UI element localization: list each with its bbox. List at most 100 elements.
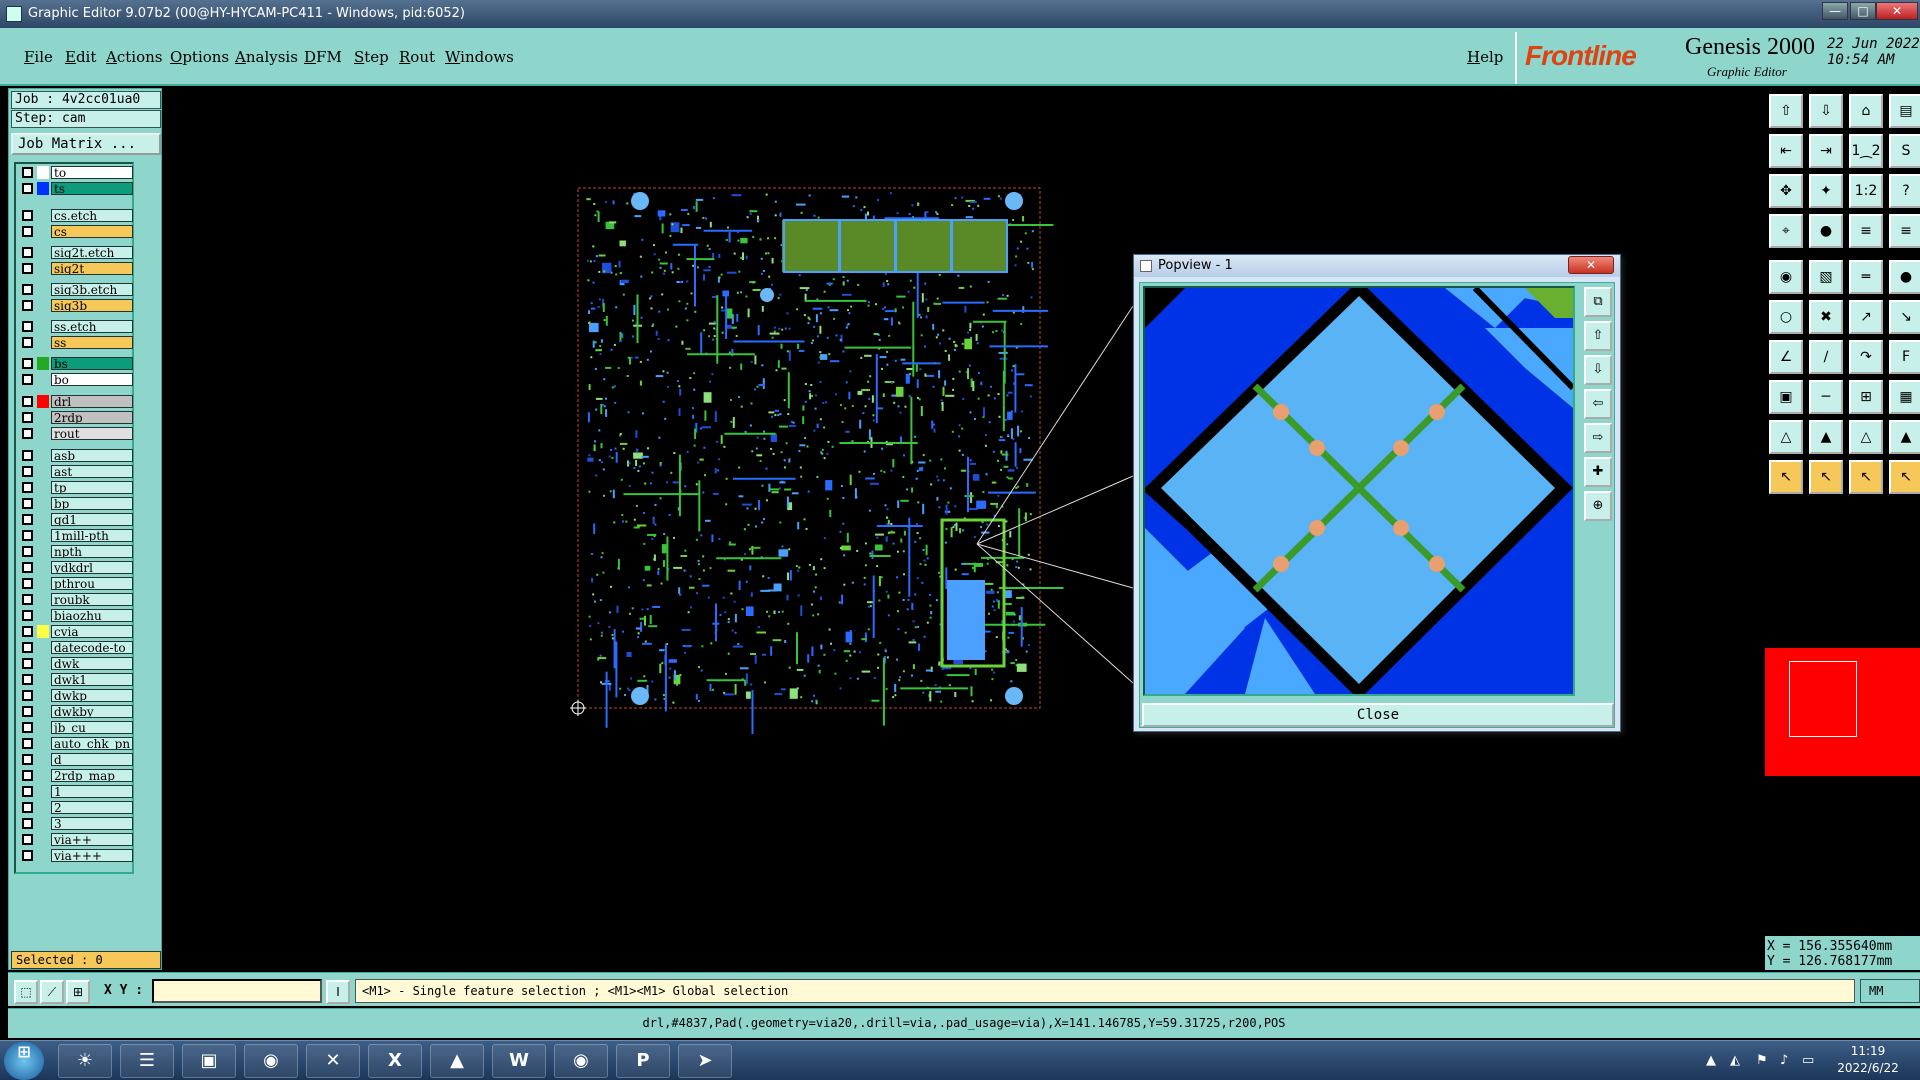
dot-icon[interactable]: ● [1889, 260, 1920, 294]
layer-row[interactable]: ss.etch [19, 320, 134, 334]
pv-right-icon[interactable]: ⇨ [1584, 423, 1612, 453]
menu-dfm[interactable]: DFM [304, 48, 342, 66]
angle-icon[interactable]: ∠ [1769, 340, 1803, 374]
cursor-icon[interactable]: I [326, 980, 350, 1004]
app-eye2-icon[interactable]: ◉ [554, 1044, 608, 1078]
close-window-button[interactable]: ✕ [1876, 2, 1918, 20]
layer-row[interactable]: drl [19, 395, 134, 409]
layer-checkbox[interactable] [22, 706, 33, 717]
tray-network-icon[interactable]: ◭ [1730, 1053, 1740, 1068]
layer-checkbox[interactable] [22, 247, 33, 258]
layer-row[interactable]: sig3b.etch [19, 283, 134, 297]
pen-icon[interactable]: ∕ [1809, 340, 1843, 374]
layer-checkbox[interactable] [22, 337, 33, 348]
layer-row[interactable]: ts [19, 182, 134, 196]
step-right-icon[interactable]: ⇥ [1809, 134, 1843, 168]
app-disk-icon[interactable]: ▣ [182, 1044, 236, 1078]
tray-flag-icon[interactable]: ⚑ [1756, 1053, 1768, 1068]
layer-name[interactable]: sig3b [51, 299, 133, 312]
save-icon[interactable]: ⇩ [1809, 94, 1843, 128]
layer-row[interactable]: dwkby [19, 705, 134, 719]
copy-shape-icon[interactable]: ▧ [1809, 260, 1843, 294]
zoom-fit-icon[interactable]: ✥ [1769, 174, 1803, 208]
layer-checkbox[interactable] [22, 321, 33, 332]
layer-row[interactable]: cs.etch [19, 209, 134, 223]
layer-checkbox[interactable] [22, 210, 33, 221]
app-eye-icon[interactable]: ◉ [244, 1044, 298, 1078]
layer-name[interactable]: 1mill-pth [51, 529, 133, 542]
layer-checkbox[interactable] [22, 428, 33, 439]
tray-display-icon[interactable]: ▭ [1802, 1053, 1814, 1068]
layer-row[interactable]: npth [19, 545, 134, 559]
layer-checkbox[interactable] [22, 412, 33, 423]
pointer2-icon[interactable]: ↖ [1809, 460, 1843, 494]
layer-row[interactable]: asb [19, 449, 134, 463]
layer-name[interactable]: ss.etch [51, 320, 133, 333]
layer-name[interactable]: datecode-to [51, 641, 133, 654]
layer-name[interactable]: tp [51, 481, 133, 494]
pin-icon[interactable]: ● [1809, 214, 1843, 248]
layer-row[interactable]: 1 [19, 785, 134, 799]
layer-checkbox[interactable] [22, 514, 33, 525]
step-left-icon[interactable]: ⇤ [1769, 134, 1803, 168]
grid-icon[interactable]: ⊞ [1849, 380, 1883, 414]
layer-checkbox[interactable] [22, 498, 33, 509]
layer-name[interactable]: dwkby [51, 705, 133, 718]
layer-checkbox[interactable] [22, 466, 33, 477]
layer-row[interactable]: tp [19, 481, 134, 495]
pointer4-icon[interactable]: ↖ [1889, 460, 1920, 494]
two-up-icon[interactable]: 1⁔2 [1849, 134, 1883, 168]
layer-name[interactable]: ast [51, 465, 133, 478]
layer-name[interactable]: gd1 [51, 513, 133, 526]
layer-row[interactable]: d [19, 753, 134, 767]
popview-close-button[interactable]: Close [1142, 703, 1614, 727]
pointer-icon[interactable]: ↖ [1769, 460, 1803, 494]
layer-checkbox[interactable] [22, 610, 33, 621]
layer-name[interactable]: bp [51, 497, 133, 510]
layer-checkbox[interactable] [22, 183, 33, 194]
app-red-icon[interactable]: ▲ [430, 1044, 484, 1078]
layer-name[interactable]: d [51, 753, 133, 766]
layer-checkbox[interactable] [22, 562, 33, 573]
layer-checkbox[interactable] [22, 626, 33, 637]
layer-name[interactable]: to [51, 166, 133, 179]
layer-row[interactable]: bp [19, 497, 134, 511]
layer-checkbox[interactable] [22, 802, 33, 813]
menu-actions[interactable]: Actions [106, 48, 162, 66]
layer-name[interactable]: sig2t [51, 262, 133, 275]
layer-row[interactable]: dwk [19, 657, 134, 671]
measure-mode-icon[interactable]: ⟋ [40, 980, 64, 1004]
select-area-icon[interactable]: ▣ [1769, 380, 1803, 414]
layer-name[interactable]: cs [51, 225, 133, 238]
layer-name[interactable]: auto_chk_pn [51, 737, 133, 750]
grid-mode-icon[interactable]: ⊞ [66, 980, 90, 1004]
layer-row[interactable]: 2 [19, 801, 134, 815]
layer-name[interactable]: jb_cu [51, 721, 133, 734]
arc-icon[interactable]: ↷ [1849, 340, 1883, 374]
xy-input[interactable] [152, 979, 322, 1003]
layer-name[interactable]: biaozhu [51, 609, 133, 622]
unit-selector[interactable]: MM [1860, 979, 1920, 1003]
open-icon[interactable]: ⇧ [1769, 94, 1803, 128]
layer-checkbox[interactable] [22, 850, 33, 861]
layer-checkbox[interactable] [22, 674, 33, 685]
pv-down-icon[interactable]: ⇩ [1584, 355, 1612, 385]
pv-up-icon[interactable]: ⇧ [1584, 321, 1612, 351]
popview-close-x[interactable]: ✕ [1568, 256, 1614, 274]
layer-name[interactable]: 1 [51, 785, 133, 798]
layer-name[interactable]: dwk1 [51, 673, 133, 686]
pv-zoom-out-icon[interactable]: ⊕ [1584, 491, 1612, 521]
layer-name[interactable]: ydkdrl [51, 561, 133, 574]
panel-icon[interactable]: ▤ [1889, 94, 1920, 128]
layer-name[interactable]: bs [51, 357, 133, 370]
layer-row[interactable]: dwk1 [19, 673, 134, 687]
layer-row[interactable]: bs [19, 357, 134, 371]
layer-name[interactable]: asb [51, 449, 133, 462]
app-notepad-icon[interactable]: ☰ [120, 1044, 174, 1078]
layer-row[interactable]: 2rdp_map [19, 769, 134, 783]
layer-row[interactable]: sig2t [19, 262, 134, 276]
vector-icon[interactable]: ↗ [1849, 300, 1883, 334]
layer-name[interactable]: 2rdp [51, 411, 133, 424]
pointer3-icon[interactable]: ↖ [1849, 460, 1883, 494]
layer-row[interactable]: ydkdrl [19, 561, 134, 575]
